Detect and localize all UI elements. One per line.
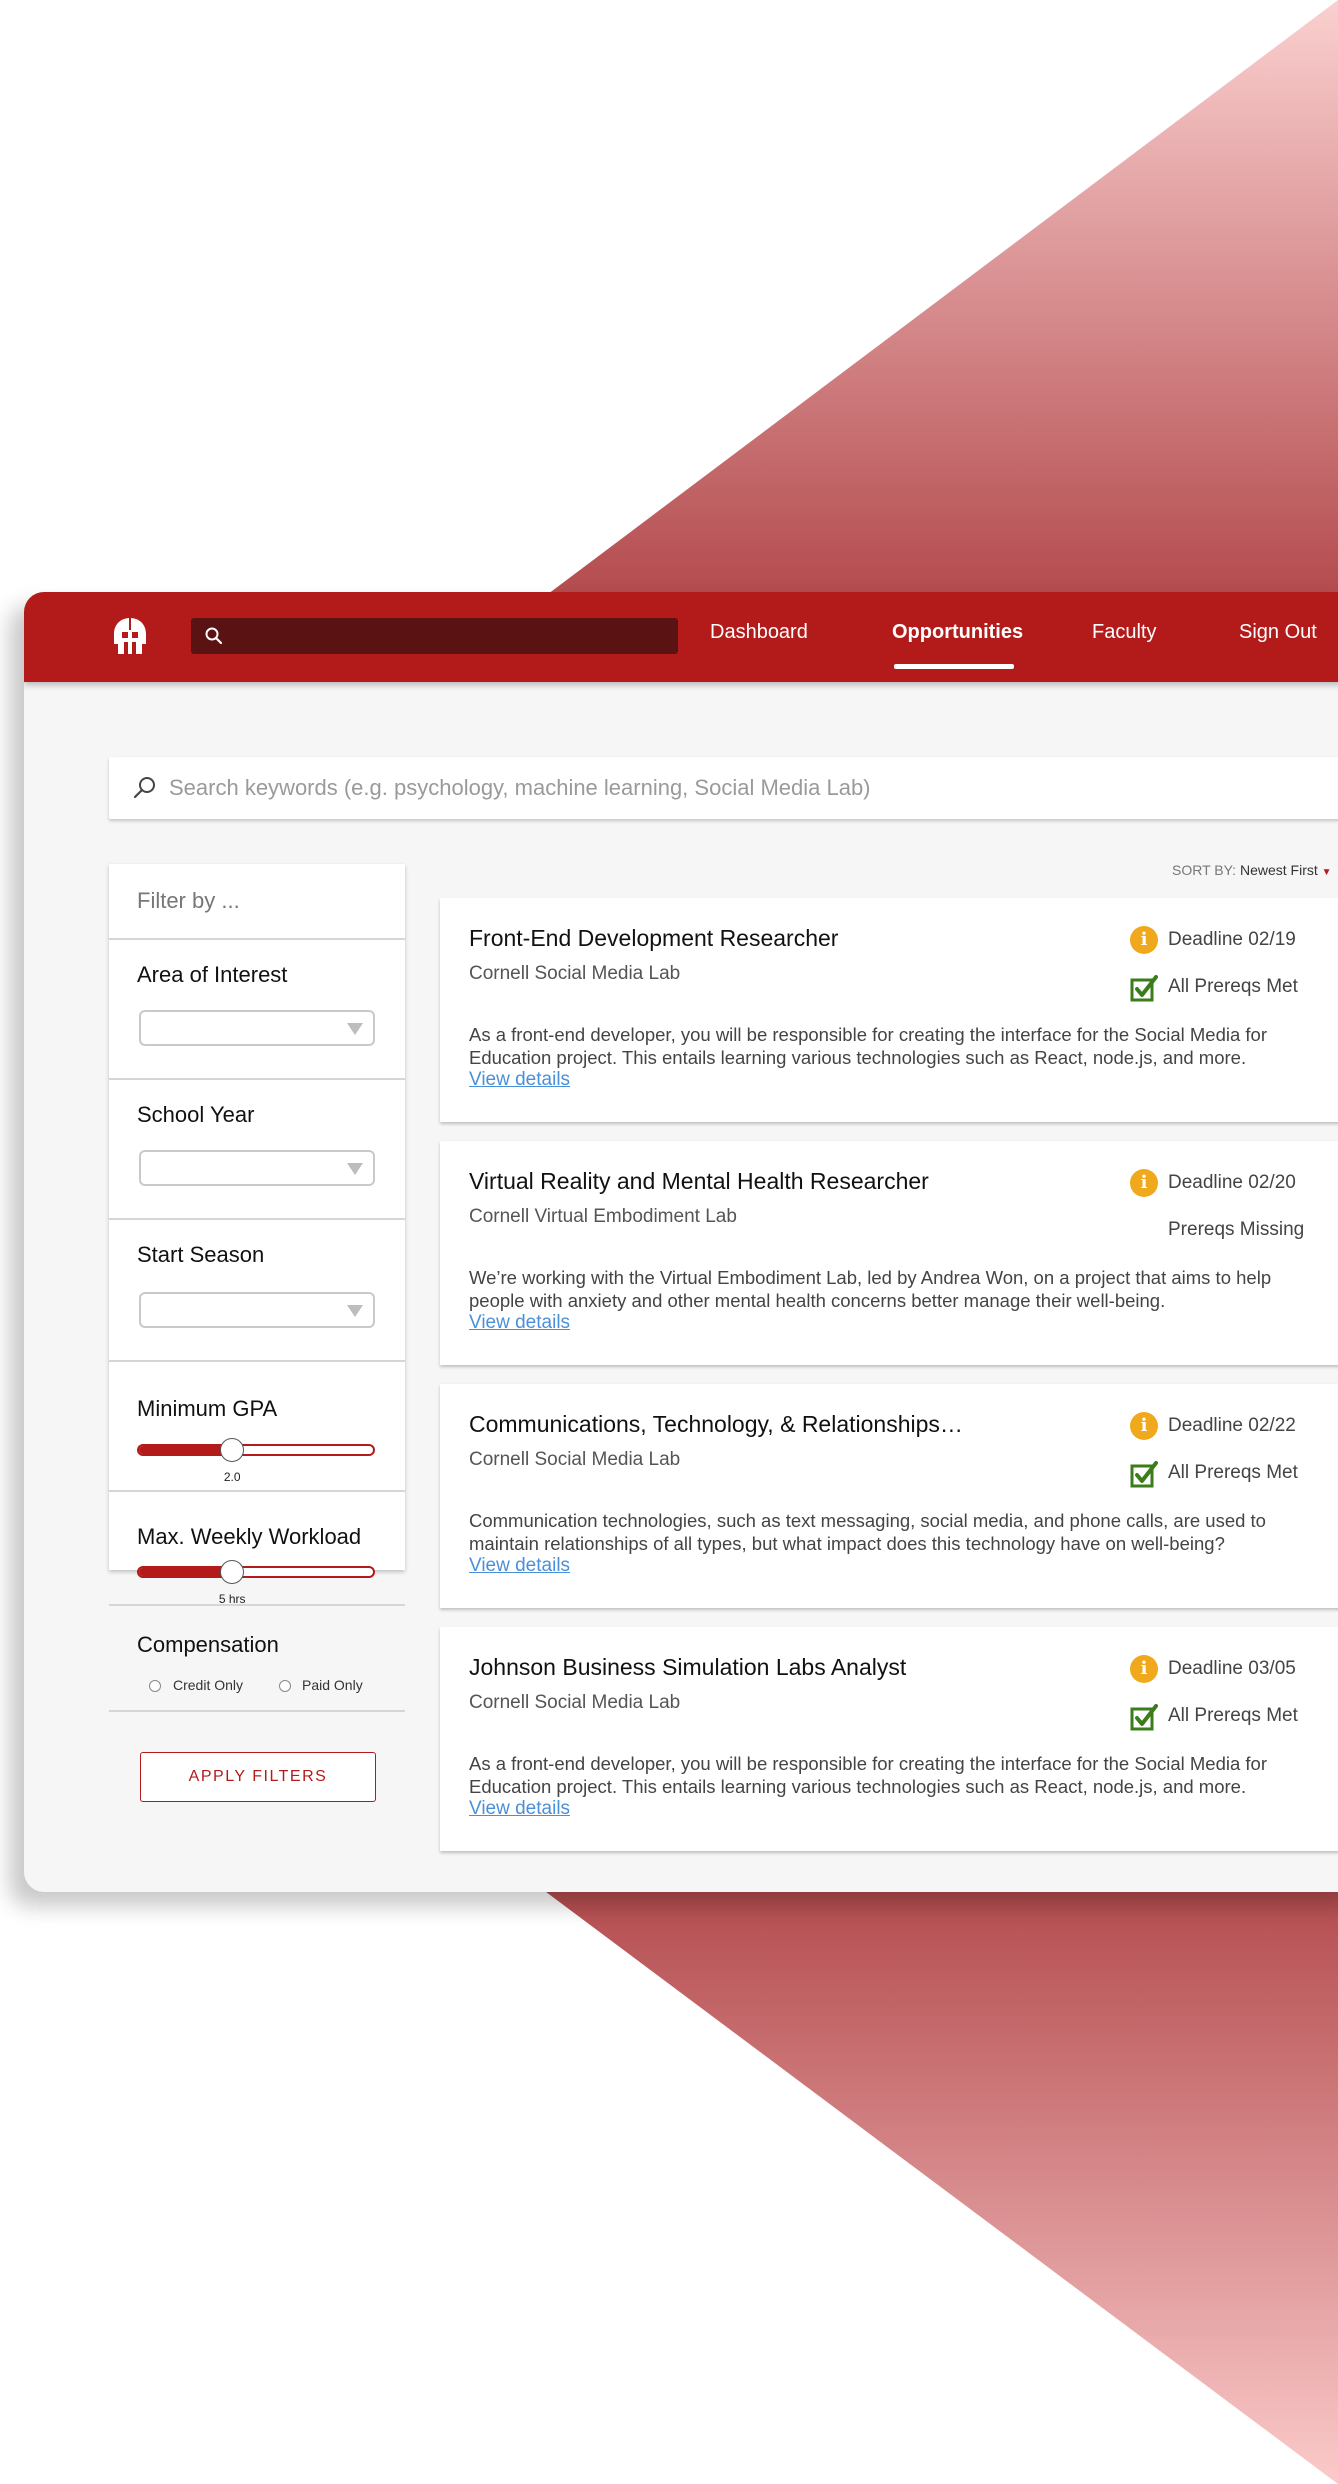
compensation-label: Compensation — [137, 1632, 279, 1657]
school-year-select[interactable] — [139, 1150, 375, 1186]
area-of-interest-select[interactable] — [139, 1010, 375, 1046]
chevron-down-icon — [347, 1305, 363, 1317]
opportunity-card[interactable]: Virtual Reality and Mental Health Resear… — [440, 1141, 1338, 1365]
view-details-link[interactable]: View details — [469, 1798, 570, 1820]
card-deadline: Deadline 02/22 — [1168, 1415, 1296, 1436]
credit-only-label: Credit Only — [173, 1677, 244, 1693]
apply-filters-button[interactable]: APPLY FILTERS — [140, 1752, 376, 1802]
filter-panel: Filter by ... Area of Interest School Ye… — [109, 864, 405, 1802]
area-of-interest-label: Area of Interest — [137, 962, 288, 987]
weekly-workload-label: Max. Weekly Workload — [137, 1524, 362, 1549]
start-season-section: Start Season — [109, 1218, 405, 1362]
checkbox-checked-icon — [1130, 975, 1158, 1002]
view-details-link[interactable]: View details — [469, 1069, 570, 1091]
card-prereq-status: All Prereqs Met — [1168, 1462, 1298, 1483]
info-icon: i — [1130, 1169, 1158, 1197]
card-prereq-status: Prereqs Missing — [1168, 1219, 1305, 1240]
nav-link-sign-out[interactable]: Sign Out — [1239, 621, 1317, 644]
start-season-select[interactable] — [139, 1292, 375, 1328]
filter-header: Filter by ... — [137, 888, 240, 913]
card-deadline: Deadline 02/19 — [1168, 929, 1296, 950]
view-details-link[interactable]: View details — [469, 1312, 570, 1334]
compensation-section: Compensation Credit Only Paid Only — [109, 1604, 405, 1712]
card-deadline: Deadline 03/05 — [1168, 1658, 1296, 1679]
sort-value: Newest First — [1239, 862, 1318, 878]
checkbox-checked-icon — [1130, 1461, 1158, 1488]
card-prereq-status: All Prereqs Met — [1168, 976, 1298, 997]
card-prereq-status: All Prereqs Met — [1168, 1705, 1298, 1726]
active-tab-indicator — [894, 664, 1014, 669]
search-icon — [205, 627, 223, 645]
chevron-down-icon — [347, 1023, 363, 1035]
school-year-section: School Year — [109, 1078, 405, 1220]
sort-label: SORT BY: — [1172, 862, 1237, 878]
school-year-label: School Year — [137, 1102, 255, 1127]
sort-control[interactable]: SORT BY: Newest First ▼ — [1172, 862, 1332, 878]
spartan-helmet-icon[interactable] — [108, 614, 152, 658]
nav-link-opportunities[interactable]: Opportunities — [892, 621, 1023, 644]
opportunity-card[interactable]: Communications, Technology, & Relationsh… — [440, 1384, 1338, 1608]
workload-slider-fill — [139, 1568, 233, 1576]
gpa-slider-track[interactable] — [137, 1444, 375, 1456]
info-icon: i — [1130, 1412, 1158, 1440]
caret-down-icon: ▼ — [1321, 867, 1332, 878]
search-icon — [133, 777, 155, 799]
workload-slider-track[interactable] — [137, 1566, 375, 1578]
workload-slider-thumb[interactable] — [220, 1560, 245, 1584]
filter-header-section: Filter by ... — [109, 864, 405, 940]
credit-only-radio[interactable] — [149, 1680, 161, 1692]
card-lab: Cornell Social Media Lab — [469, 1692, 681, 1713]
paid-only-label: Paid Only — [302, 1677, 363, 1693]
start-season-label: Start Season — [137, 1242, 265, 1267]
app-window: Dashboard Opportunities Faculty Sign Out… — [24, 592, 1338, 1892]
card-title[interactable]: Virtual Reality and Mental Health Resear… — [469, 1168, 929, 1195]
gpa-slider-value: 2.0 — [223, 1470, 241, 1484]
keyword-search — [109, 757, 1338, 819]
card-title[interactable]: Front-End Development Researcher — [469, 925, 838, 952]
weekly-workload-section: Max. Weekly Workload 5 hrs — [109, 1490, 405, 1606]
card-title[interactable]: Communications, Technology, & Relationsh… — [469, 1411, 963, 1438]
info-icon: i — [1130, 926, 1158, 954]
top-navbar: Dashboard Opportunities Faculty Sign Out — [24, 592, 1338, 682]
card-description: We’re working with the Virtual Embodimen… — [469, 1267, 1272, 1311]
nav-link-dashboard[interactable]: Dashboard — [710, 621, 808, 644]
card-description: As a front-end developer, you will be re… — [469, 1753, 1267, 1797]
area-of-interest-section: Area of Interest — [109, 938, 405, 1080]
card-deadline: Deadline 02/20 — [1168, 1172, 1296, 1193]
minimum-gpa-section: Minimum GPA 2.0 — [109, 1360, 405, 1492]
checkbox-checked-icon — [1130, 1704, 1158, 1731]
card-lab: Cornell Social Media Lab — [469, 1449, 681, 1470]
info-icon: i — [1130, 1655, 1158, 1683]
chevron-down-icon — [347, 1163, 363, 1175]
card-description: As a front-end developer, you will be re… — [469, 1024, 1267, 1068]
paid-only-radio[interactable] — [279, 1680, 291, 1692]
opportunity-card[interactable]: Front-End Development Researcher Cornell… — [440, 898, 1338, 1122]
gpa-slider-thumb[interactable] — [220, 1438, 245, 1462]
keyword-search-input[interactable] — [167, 771, 1271, 805]
card-description: Communication technologies, such as text… — [469, 1510, 1266, 1554]
card-lab: Cornell Social Media Lab — [469, 963, 681, 984]
card-title[interactable]: Johnson Business Simulation Labs Analyst — [469, 1654, 906, 1681]
gpa-slider-fill — [139, 1446, 233, 1454]
opportunity-card[interactable]: Johnson Business Simulation Labs Analyst… — [440, 1627, 1338, 1851]
nav-search-bar[interactable] — [191, 618, 678, 654]
minimum-gpa-label: Minimum GPA — [137, 1396, 278, 1421]
view-details-link[interactable]: View details — [469, 1555, 570, 1577]
nav-link-faculty[interactable]: Faculty — [1092, 621, 1156, 644]
card-lab: Cornell Virtual Embodiment Lab — [469, 1206, 737, 1227]
